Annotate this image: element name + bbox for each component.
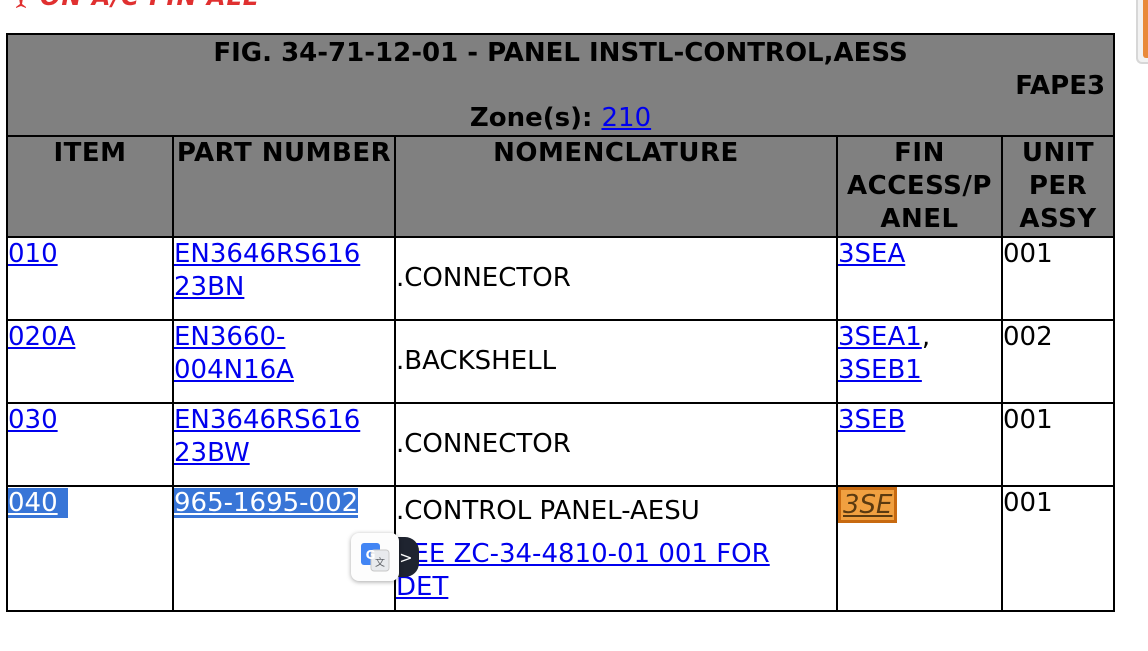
item-link[interactable]: 020A: [8, 322, 75, 352]
fin-link[interactable]: 3SEB1: [838, 355, 922, 385]
fin-cell: 3SEA1, 3SEB1: [836, 319, 1003, 404]
part-number-link[interactable]: EN3646RS616 23BN: [174, 239, 360, 302]
part-number-cell: EN3646RS616 23BW: [172, 402, 396, 487]
scrollbar-thumb[interactable]: [1143, 0, 1148, 58]
nomenclature-cell: .BACKSHELL: [394, 319, 838, 404]
zone-link[interactable]: 210: [601, 103, 651, 133]
nomenclature-cell: .CONNECTOR: [394, 402, 838, 487]
fin-cell: 3SEA: [836, 236, 1003, 321]
qty-cell: 001: [1000, 236, 1116, 321]
column-header-fin: FIN ACCESS/P ANEL: [836, 135, 1003, 238]
unit-header-line: PER: [1028, 171, 1088, 201]
part-number-cell: EN3660- 004N16A: [172, 319, 396, 404]
page: ON A/C FIN ALL FIG. 34-71-12-01 - PANEL …: [0, 0, 1148, 651]
column-header-row: ITEM PART NUMBER NOMENCLATURE FIN ACCESS…: [6, 135, 1116, 238]
fin-header-line: ANEL: [880, 204, 959, 234]
zone-label: Zone(s):: [469, 103, 593, 133]
item-cell: 030: [6, 402, 174, 487]
svg-text:文: 文: [375, 556, 385, 569]
fin-cell: 3SE: [836, 485, 1003, 612]
fin-header-line: FIN: [894, 138, 945, 168]
item-link[interactable]: 030: [8, 405, 58, 435]
column-header-nomenclature: NOMENCLATURE: [394, 135, 838, 238]
nomenclature-cell: .CONNECTOR: [394, 236, 838, 321]
figure-header-row: FIG. 34-71-12-01 - PANEL INSTL-CONTROL,A…: [5, 33, 1116, 137]
qty-cell: 001: [1000, 485, 1116, 612]
figure-header: FIG. 34-71-12-01 - PANEL INSTL-CONTROL,A…: [5, 33, 1116, 137]
table-row: 010 EN3646RS616 23BN .CONNECTOR 3SEA 001: [6, 236, 1116, 321]
table-row: 030 EN3646RS616 23BW .CONNECTOR 3SEB 001: [6, 402, 1116, 487]
figure-title: FIG. 34-71-12-01 - PANEL INSTL-CONTROL,A…: [213, 38, 908, 68]
column-header-part-number: PART NUMBER: [172, 135, 396, 238]
unit-header-line: UNIT: [1021, 138, 1095, 168]
part-number-link[interactable]: 965-1695-002: [174, 488, 359, 518]
fin-link[interactable]: 3SEA: [838, 239, 905, 269]
item-link[interactable]: 040: [8, 488, 68, 518]
vertical-scrollbar[interactable]: [1136, 0, 1148, 64]
item-cell: 020A: [6, 319, 174, 404]
column-header-item: ITEM: [6, 135, 174, 238]
fin-link[interactable]: 3SEB: [838, 405, 905, 435]
airplane-icon: [9, 0, 33, 8]
unit-header-line: ASSY: [1019, 204, 1097, 234]
fin-link[interactable]: 3SEA1: [838, 322, 922, 352]
fin-link[interactable]: 3SE: [843, 490, 892, 520]
see-reference-link[interactable]: SEE ZC-34-4810-01 001 FOR DET: [396, 538, 836, 604]
item-cell: 010: [6, 236, 174, 321]
fin-header-line: ACCESS/P: [847, 171, 992, 201]
item-link[interactable]: 010: [8, 239, 58, 269]
qty-cell: 001: [1000, 402, 1116, 487]
table-row: 020A EN3660- 004N16A .BACKSHELL 3SEA1, 3S…: [6, 319, 1116, 404]
fin-separator: ,: [921, 322, 931, 352]
zone-line: Zone(s): 210: [8, 103, 1113, 133]
nomenclature-cell: .CONTROL PANEL-AESU SEE ZC-34-4810-01 00…: [394, 485, 838, 612]
banner-text: ON A/C FIN ALL: [40, 0, 259, 11]
parts-table: FIG. 34-71-12-01 - PANEL INSTL-CONTROL,A…: [5, 33, 1116, 612]
part-number-link[interactable]: EN3660- 004N16A: [174, 322, 294, 385]
qty-cell: 002: [1000, 319, 1116, 404]
part-number-cell: EN3646RS616 23BN: [172, 236, 396, 321]
item-cell: 040: [6, 485, 174, 612]
google-translate-icon[interactable]: G 文: [351, 533, 399, 581]
nomenclature-text: .CONTROL PANEL-AESU: [396, 496, 700, 526]
part-number-link[interactable]: EN3646RS616 23BW: [174, 405, 360, 468]
svg-text:G: G: [366, 548, 376, 562]
translate-widget[interactable]: G 文 >: [351, 531, 421, 583]
fin-highlight: 3SE: [838, 487, 898, 523]
figure-code: FAPE3: [1015, 71, 1106, 101]
fin-cell: 3SEB: [836, 402, 1003, 487]
applicability-banner: ON A/C FIN ALL: [8, 0, 259, 11]
column-header-unit-per-assy: UNIT PER ASSY: [1000, 135, 1116, 238]
table-row: 040 965-1695-002 .CONTROL PANEL-AESU SEE…: [6, 485, 1116, 612]
